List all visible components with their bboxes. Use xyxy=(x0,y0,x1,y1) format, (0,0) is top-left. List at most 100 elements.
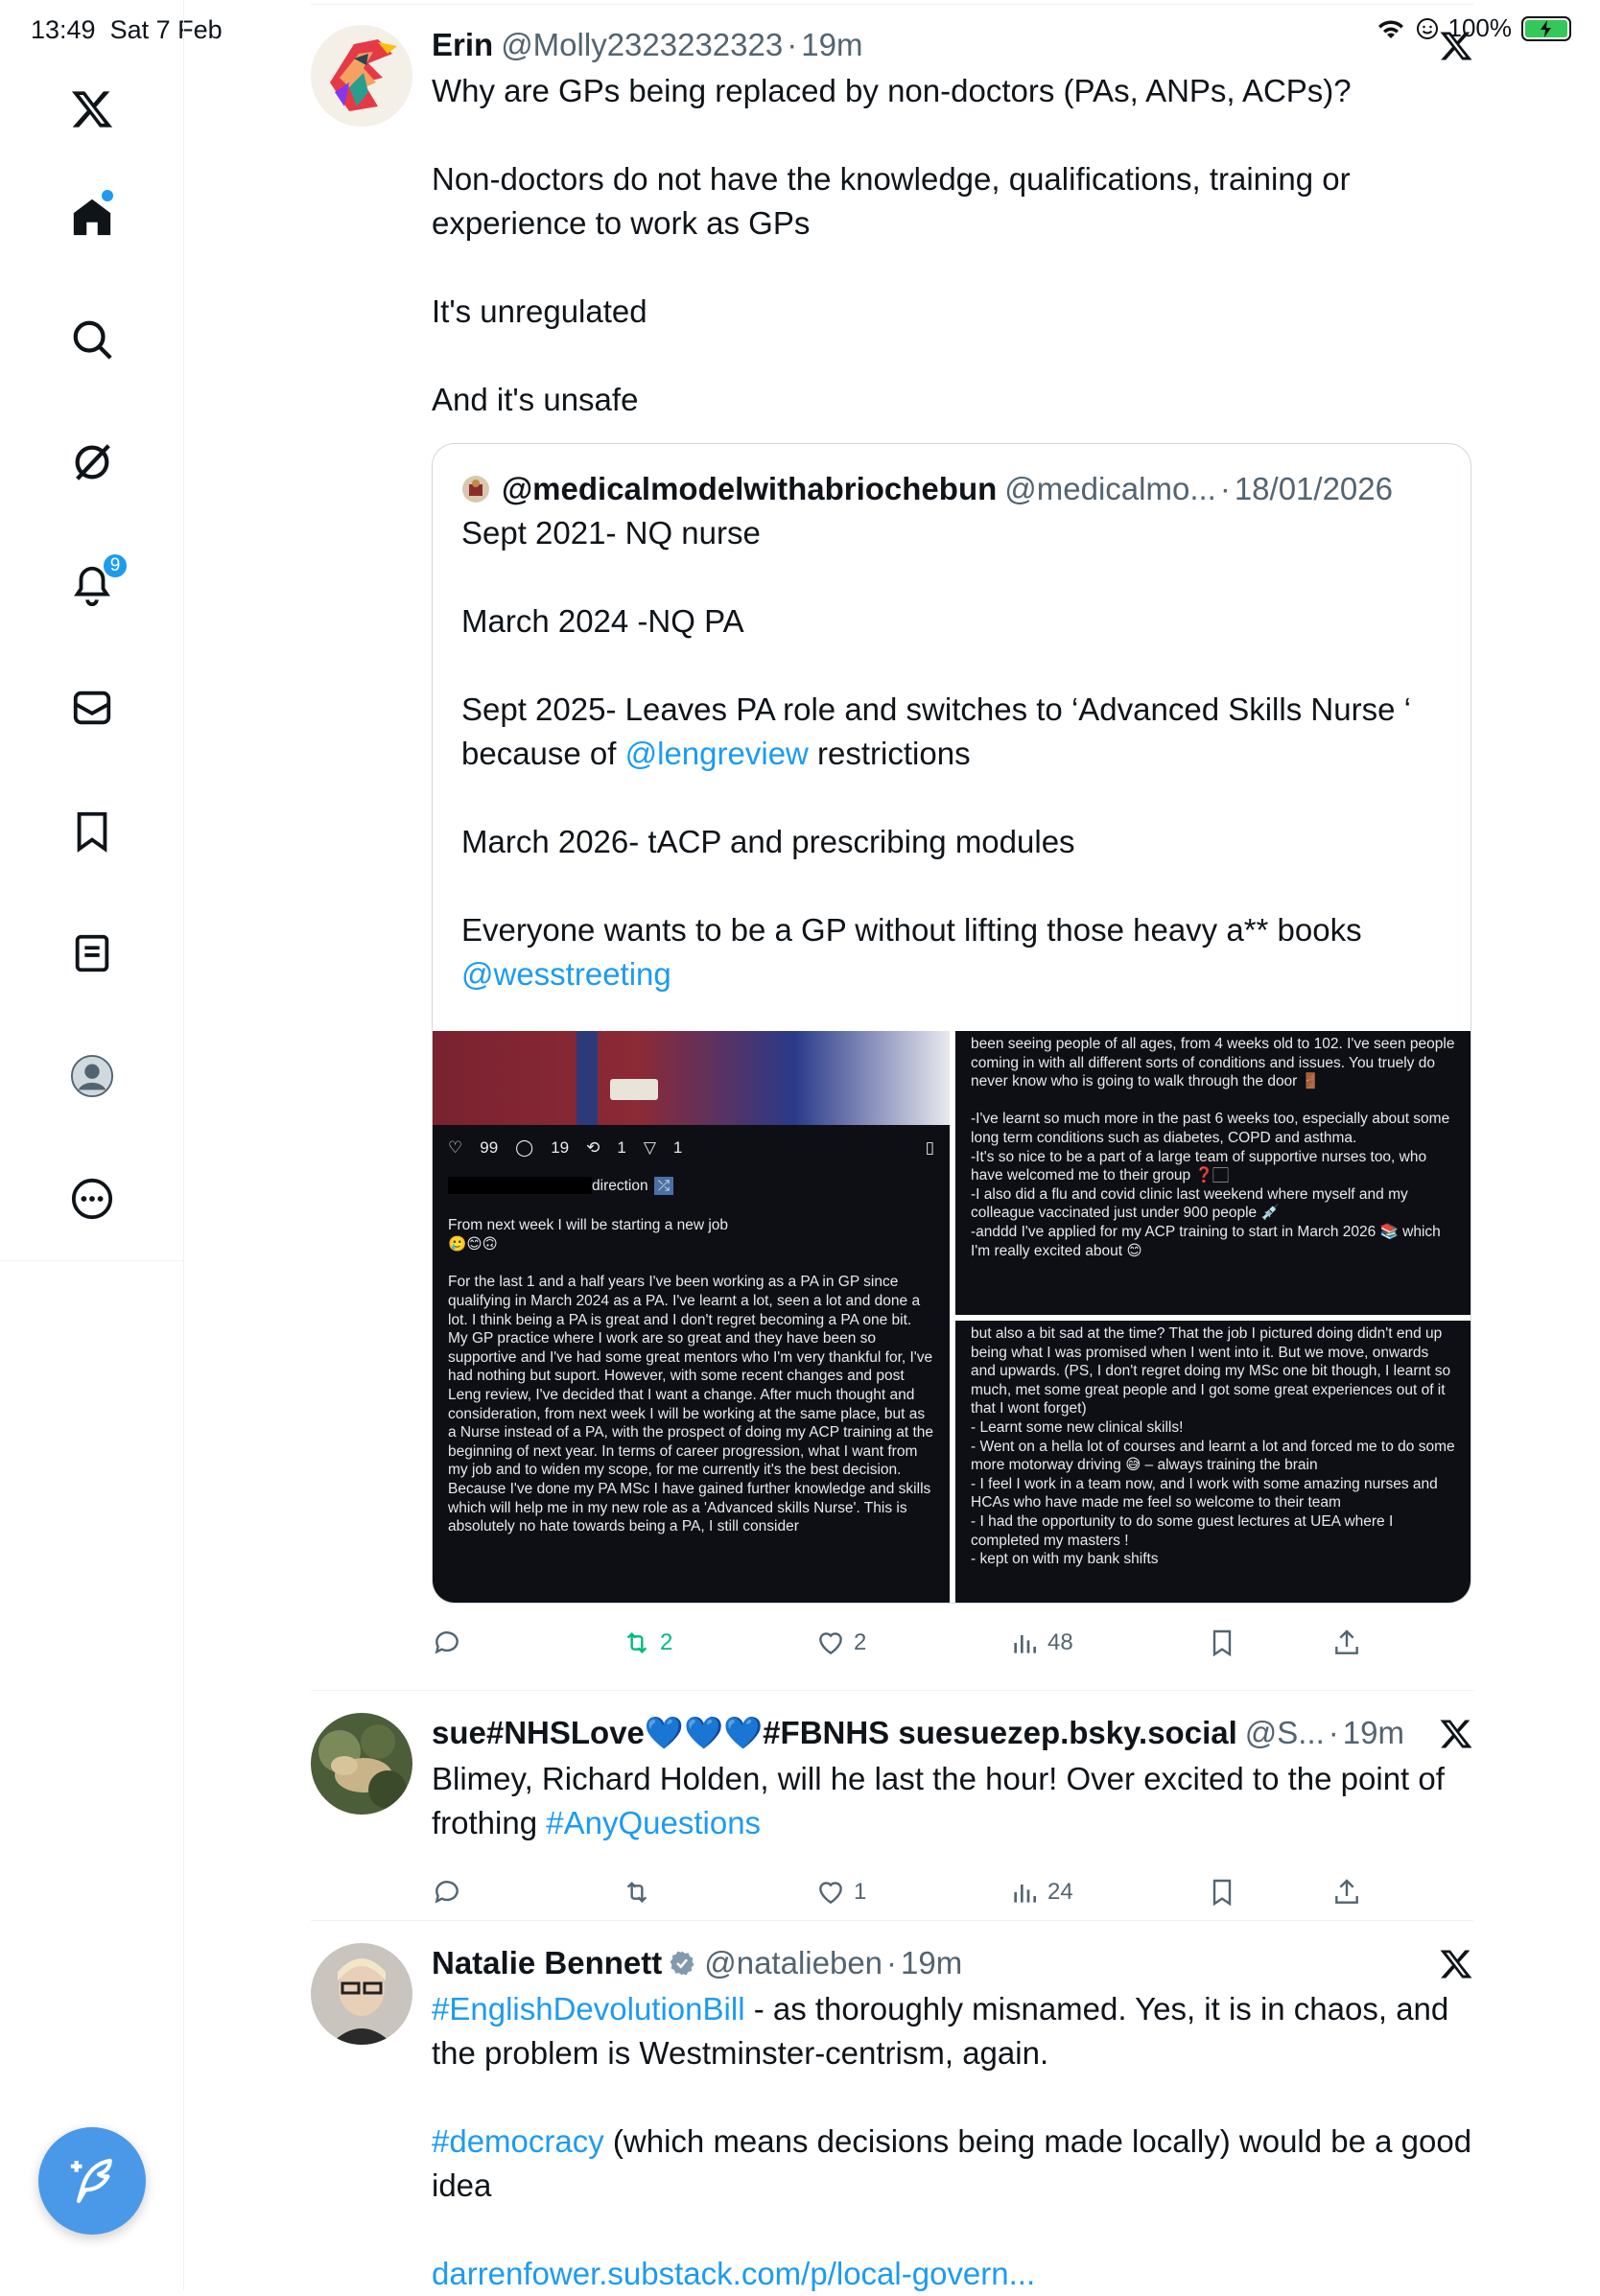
repost-button[interactable]: 2 xyxy=(622,1628,672,1658)
image-shares: 1 xyxy=(672,1138,683,1157)
timestamp[interactable]: 19m xyxy=(901,1943,962,1983)
media-image[interactable]: but also a bit sad at the time? That the… xyxy=(955,1321,1471,1603)
like-button[interactable]: 2 xyxy=(815,1628,866,1658)
quote-avatar xyxy=(462,476,489,503)
repost-icon xyxy=(626,1881,647,1904)
media-image[interactable]: ♡ 99 ◯ 19 ⟲ 1 ▽ 1 ▯ direction ⤮ From next we… xyxy=(433,1031,950,1603)
compose-icon xyxy=(70,2158,112,2204)
quote-paragraph-text: Everyone wants to be a GP without liftin… xyxy=(461,912,1362,948)
view-count: 24 xyxy=(1047,1879,1073,1905)
sidebar-divider xyxy=(0,1260,184,1261)
instagram-action-row: ♡ 99 ◯ 19 ⟲ 1 ▽ 1 ▯ xyxy=(433,1125,950,1158)
reply-icon xyxy=(435,1881,459,1904)
timestamp[interactable]: 19m xyxy=(1343,1713,1404,1753)
tweet-text: Why are GPs being replaced by non-doctor… xyxy=(432,69,1473,422)
image-text: From next week I will be starting a new … xyxy=(433,1195,950,1536)
hashtag-link[interactable]: #EnglishDevolutionBill xyxy=(432,1991,745,2027)
quote-display-name[interactable]: @medicalmodelwithabriochebun xyxy=(502,471,997,507)
hashtag-link[interactable]: #AnyQuestions xyxy=(546,1805,761,1840)
tweet[interactable]: Erin @Molly2323232323 · 19m Why are GPs … xyxy=(311,25,1473,1694)
external-link[interactable]: darrenfower.substack.com/p/local-govern.… xyxy=(432,2256,1035,2291)
handle[interactable]: @Molly2323232323 xyxy=(501,25,783,65)
tweet-text: Blimey, Richard Holden, will he last the… xyxy=(432,1757,1473,1845)
views-icon xyxy=(1014,1635,1036,1653)
bookmarks-icon[interactable] xyxy=(67,806,117,855)
image-likes: 99 xyxy=(480,1138,499,1157)
repost-icon: ⟲ xyxy=(586,1138,600,1157)
search-icon[interactable] xyxy=(67,315,117,364)
tweet-paragraph: Why are GPs being replaced by non-doctor… xyxy=(432,73,1352,108)
home-icon[interactable] xyxy=(67,190,117,242)
display-name[interactable]: sue#NHSLove💙💙💙#FBNHS suesuezep.bsky.soci… xyxy=(432,1713,1237,1753)
bookmark-icon xyxy=(1212,1879,1232,1907)
heart-icon xyxy=(819,1882,842,1905)
tweet-header: sue#NHSLove💙💙💙#FBNHS suesuezep.bsky.soci… xyxy=(432,1713,1473,1753)
share-button[interactable] xyxy=(1331,1628,1362,1658)
compose-button[interactable] xyxy=(38,2127,146,2235)
avatar[interactable] xyxy=(311,25,412,127)
x-logo-icon[interactable] xyxy=(67,84,117,134)
messages-icon[interactable] xyxy=(67,683,117,733)
separator: · xyxy=(787,27,798,62)
image-text: but also a bit sad at the time? That the… xyxy=(971,1325,1455,1568)
like-count: 2 xyxy=(854,1629,867,1655)
verified-icon xyxy=(670,1951,694,1976)
home-unread-dot xyxy=(102,190,113,201)
views-button[interactable]: 48 xyxy=(1009,1628,1073,1658)
image-paragraph: For the last 1 and a half years I've bee… xyxy=(448,1274,934,1535)
quote-paragraph: March 2026- tACP and prescribing modules xyxy=(461,824,1075,859)
like-button[interactable]: 1 xyxy=(815,1877,866,1908)
media-image[interactable]: been seeing people of all ages, from 4 w… xyxy=(955,1031,1471,1315)
bookmark-button[interactable] xyxy=(1207,1877,1237,1908)
more-icon[interactable] xyxy=(67,1174,117,1224)
repost-button[interactable] xyxy=(622,1877,652,1908)
tweet[interactable]: sue#NHSLove💙💙💙#FBNHS suesuezep.bsky.soci… xyxy=(311,1713,1473,1914)
notifications-badge: 9 xyxy=(102,552,129,579)
timestamp[interactable]: 19m xyxy=(801,25,862,65)
media-grid: ♡ 99 ◯ 19 ⟲ 1 ▽ 1 ▯ direction ⤮ From next we… xyxy=(433,1031,1471,1603)
display-name[interactable]: Erin xyxy=(432,25,493,65)
avatar[interactable] xyxy=(311,1943,412,2045)
bookmark-button[interactable] xyxy=(1207,1628,1237,1658)
photo-strip xyxy=(433,1031,950,1125)
hashtag-link[interactable]: #democracy xyxy=(432,2123,604,2159)
x-source-icon xyxy=(1440,1720,1472,1748)
grok-icon[interactable] xyxy=(67,437,117,487)
tweet-paragraph: #EnglishDevolutionBill - as thoroughly m… xyxy=(432,1987,1473,2075)
reply-button[interactable] xyxy=(432,1628,462,1658)
tweet-header: Natalie Bennett @natalieben · 19m xyxy=(432,1943,1473,1983)
handle[interactable]: @S... xyxy=(1245,1713,1325,1753)
reply-button[interactable] xyxy=(432,1877,462,1908)
profile-icon[interactable] xyxy=(67,1051,117,1101)
tweet-divider xyxy=(311,1690,1473,1691)
lists-icon[interactable] xyxy=(67,928,117,978)
quote-paragraph: Sept 2021- NQ nurse xyxy=(461,515,761,551)
quote-paragraph: Sept 2025- Leaves PA role and switches t… xyxy=(461,688,1442,776)
notifications-icon[interactable]: 9 xyxy=(67,552,129,610)
display-name[interactable]: Natalie Bennett xyxy=(432,1943,662,1983)
repost-icon xyxy=(626,1631,647,1654)
share-icon xyxy=(1335,1629,1358,1654)
quote-tweet[interactable]: @medicalmodelwithabriochebun @medicalmo.… xyxy=(432,443,1471,1604)
quote-paragraph: March 2024 -NQ PA xyxy=(461,603,744,639)
share-button[interactable] xyxy=(1331,1877,1362,1908)
views-button[interactable]: 24 xyxy=(1009,1877,1073,1908)
view-count: 48 xyxy=(1047,1629,1073,1655)
tweet-paragraph: Non-doctors do not have the knowledge, q… xyxy=(432,161,1351,241)
quote-paragraph-text: restrictions xyxy=(808,736,971,771)
mention-link[interactable]: @lengreview xyxy=(625,736,809,771)
top-divider xyxy=(311,4,1473,5)
tweet-content: Erin @Molly2323232323 · 19m Why are GPs … xyxy=(432,25,1473,422)
heart-icon: ♡ xyxy=(448,1138,463,1157)
image-line: From next week I will be starting a new … xyxy=(448,1217,729,1234)
avatar[interactable] xyxy=(311,1713,412,1815)
quote-handle[interactable]: @medicalmo... xyxy=(1004,471,1216,507)
repost-count: 2 xyxy=(660,1629,673,1655)
tweet[interactable]: Natalie Bennett @natalieben · 19m #Engli… xyxy=(311,1943,1473,2291)
mention-link[interactable]: @wesstreeting xyxy=(461,956,671,992)
x-source-icon xyxy=(1440,1950,1472,1979)
tweet-paragraph: darrenfower.substack.com/p/local-govern.… xyxy=(432,2252,1473,2296)
handle[interactable]: @natalieben xyxy=(704,1943,882,1983)
image-comments: 19 xyxy=(551,1138,570,1157)
reply-icon xyxy=(435,1631,459,1654)
